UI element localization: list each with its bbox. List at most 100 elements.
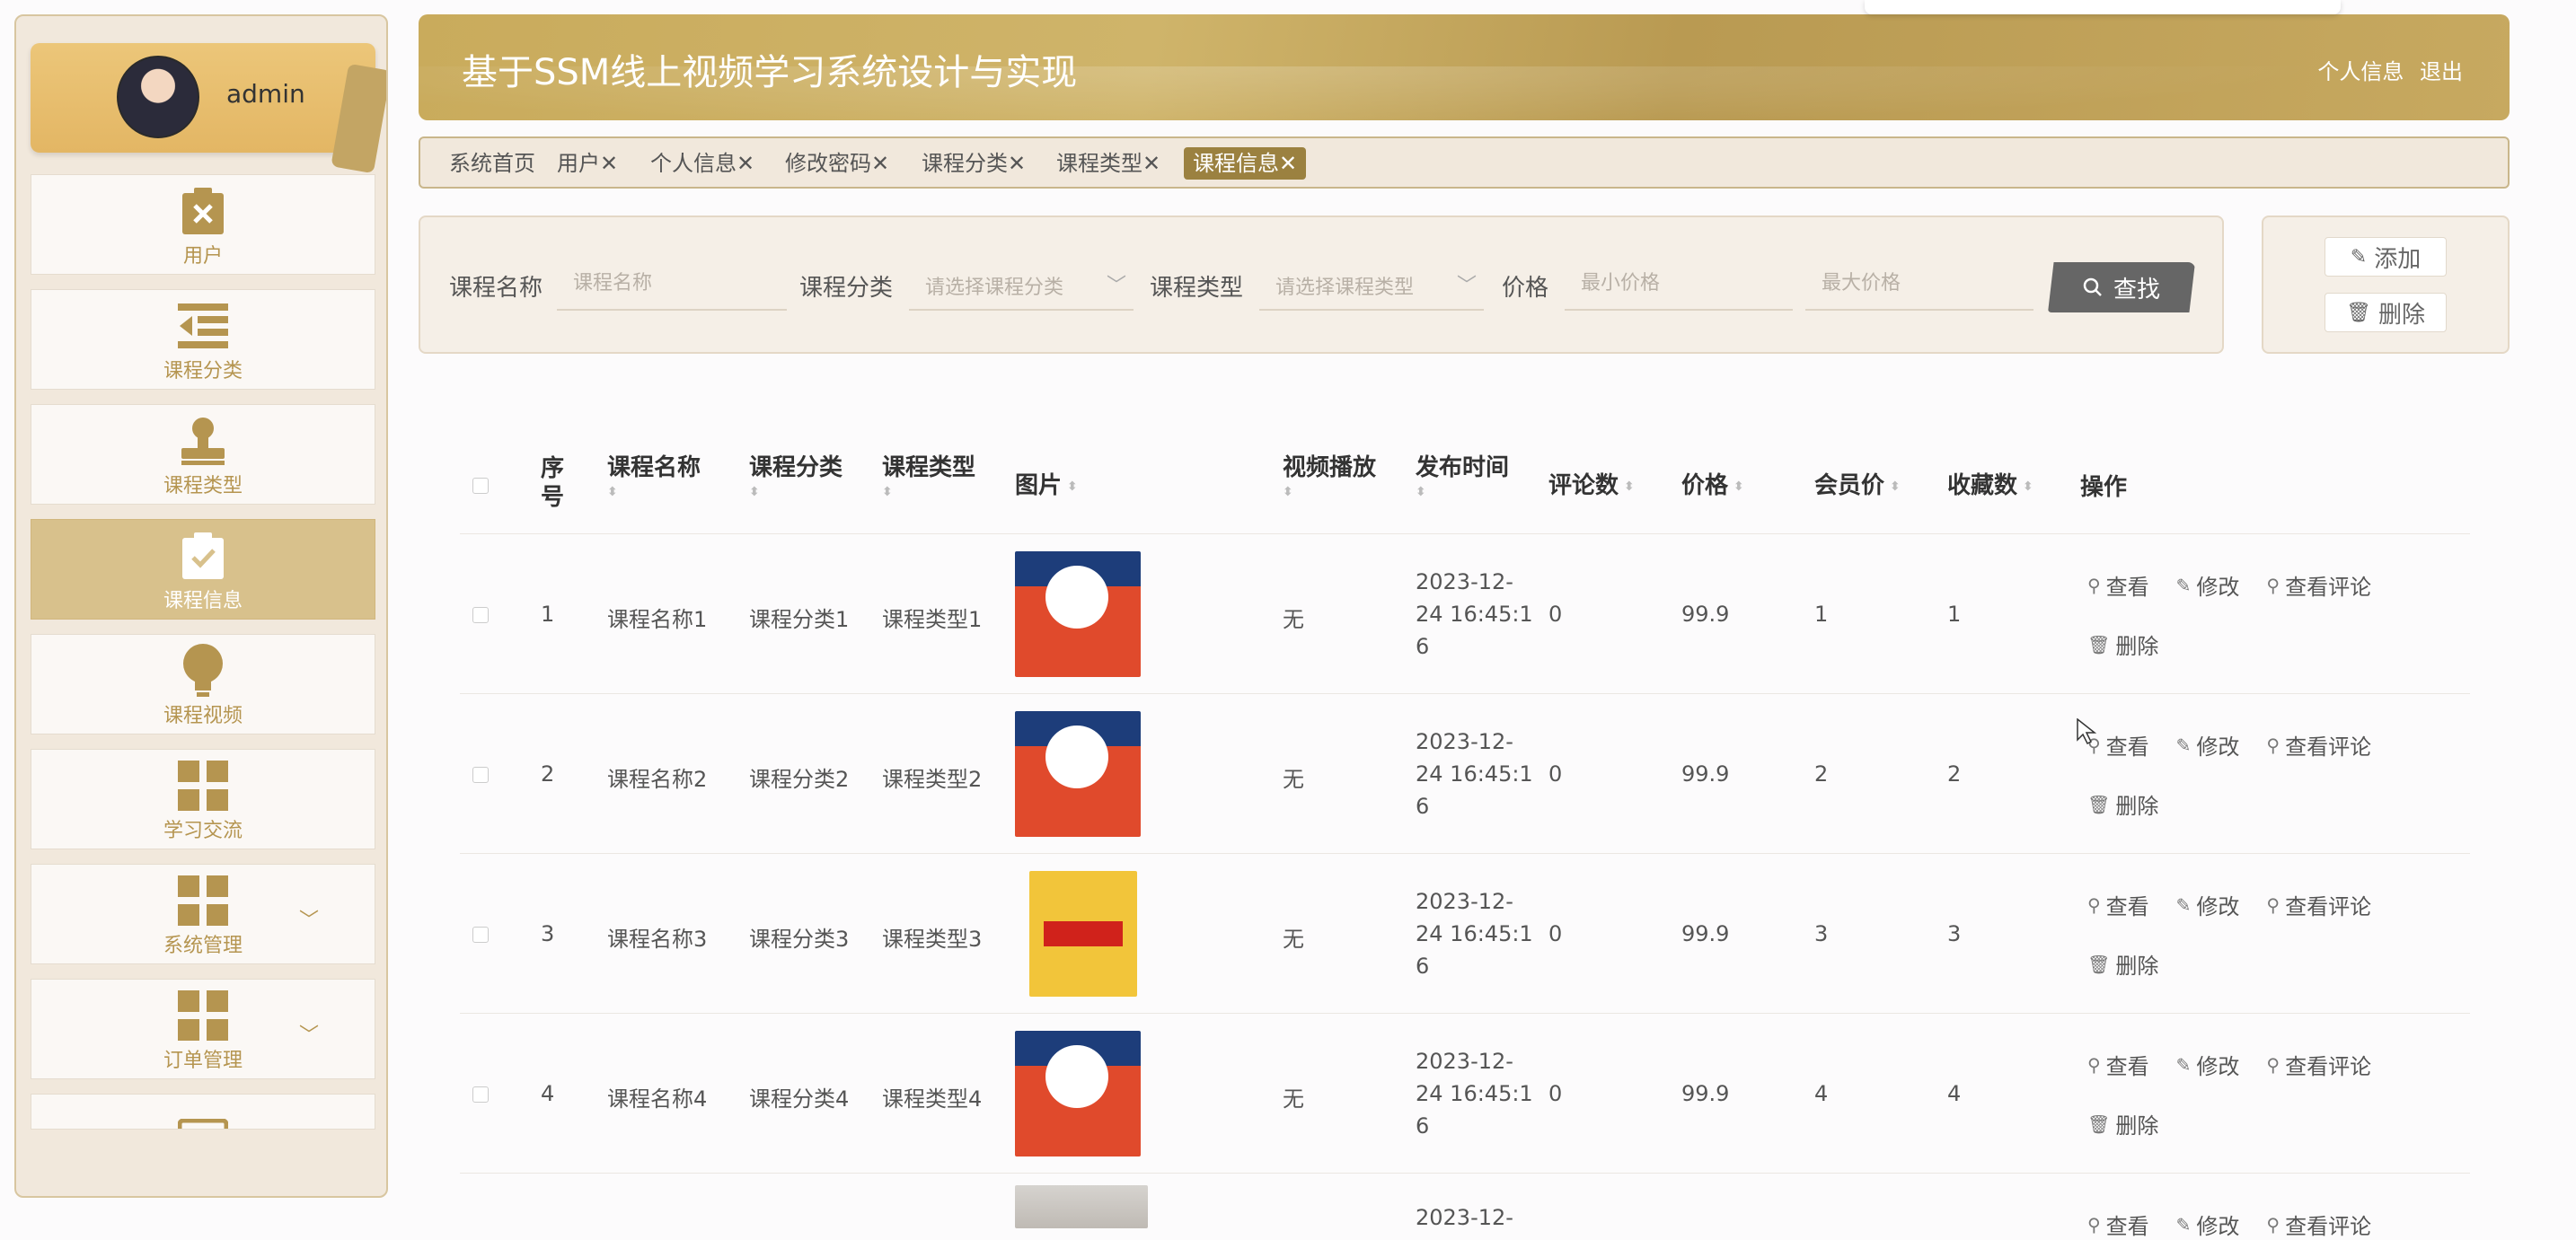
view-button[interactable]: ⚲ 查看	[2087, 569, 2149, 601]
course-image[interactable]	[1015, 551, 1141, 677]
delete-row-button[interactable]: 🗑 删除	[2087, 1108, 2158, 1139]
sort-icon[interactable]: ⬍	[1890, 479, 1901, 494]
sort-icon[interactable]: ⬍	[2023, 479, 2033, 494]
column-header-label: 价格	[1681, 472, 1729, 499]
sidebar-item-learning-exchange[interactable]: 学习交流	[31, 749, 375, 849]
sidebar-item-system-management[interactable]: 系统管理 ﹀	[31, 864, 375, 964]
column-header-favorites[interactable]: 收藏数 ⬍	[1947, 467, 2033, 500]
row-checkbox[interactable]	[472, 927, 489, 943]
edit-button[interactable]: ✎ 修改	[2176, 1209, 2240, 1240]
row-actions: ⚲ 查看 ✎ 修改 ⚲ 查看评论	[2087, 569, 2398, 601]
add-button[interactable]: ✎ 添加	[2325, 237, 2447, 277]
divider	[460, 533, 2470, 534]
edit-button[interactable]: ✎ 修改	[2176, 569, 2240, 601]
course-image[interactable]	[1015, 1185, 1148, 1228]
delete-button[interactable]: 🗑 删除	[2325, 293, 2447, 332]
course-type-select[interactable]: 请选择课程类型 ﹀	[1259, 257, 1484, 311]
cell-price: 99.9	[1681, 602, 1730, 627]
chevron-down-icon[interactable]: ﹀	[299, 1019, 319, 1048]
view-comments-button[interactable]: ⚲ 查看评论	[2266, 1049, 2371, 1080]
sort-icon[interactable]: ⬍	[749, 486, 842, 498]
sidebar-item-partial[interactable]	[31, 1094, 375, 1130]
view-comments-button[interactable]: ⚲ 查看评论	[2266, 889, 2371, 920]
delete-row-button[interactable]: 🗑 删除	[2087, 788, 2158, 820]
sidebar-item-course-info[interactable]: 课程信息	[31, 519, 375, 620]
view-comments-button[interactable]: ⚲ 查看评论	[2266, 569, 2371, 601]
cell-price: 99.9	[1681, 1081, 1730, 1106]
row-checkbox[interactable]	[472, 607, 489, 623]
sidebar-item-users[interactable]: 用户	[31, 174, 375, 275]
cell-name: 课程名称2	[607, 767, 708, 792]
sidebar-item-course-category[interactable]: 课程分类	[31, 289, 375, 390]
row-checkbox[interactable]	[472, 767, 489, 783]
cell-type: 课程类型4	[882, 1086, 983, 1112]
sidebar-item-order-management[interactable]: 订单管理 ﹀	[31, 979, 375, 1079]
column-header-price[interactable]: 价格 ⬍	[1681, 467, 1744, 500]
price-label: 价格	[1502, 275, 1549, 302]
column-header-name[interactable]: 课程名称 ⬍	[607, 449, 701, 498]
cell-time: 2023-12-	[1416, 1205, 1513, 1230]
column-header-comments[interactable]: 评论数 ⬍	[1548, 467, 1635, 500]
sort-icon[interactable]: ⬍	[607, 486, 701, 498]
sort-icon[interactable]: ⬍	[1734, 479, 1744, 494]
divider	[460, 693, 2470, 694]
chevron-down-icon[interactable]: ﹀	[299, 904, 319, 933]
view-button[interactable]: ⚲ 查看	[2087, 889, 2149, 920]
view-button[interactable]: ⚲ 查看	[2087, 1209, 2149, 1240]
tab-home[interactable]: 系统首页	[444, 147, 541, 180]
tab-change-password[interactable]: 修改密码✕	[780, 147, 895, 180]
sort-icon[interactable]: ⬍	[1283, 486, 1376, 498]
view-button[interactable]: ⚲ 查看	[2087, 1049, 2149, 1080]
column-header-time[interactable]: 发布时间 ⬍	[1416, 449, 1509, 498]
column-header-member-price[interactable]: 会员价 ⬍	[1814, 467, 1901, 500]
course-image[interactable]	[1029, 871, 1137, 997]
sort-icon[interactable]: ⬍	[1416, 486, 1509, 498]
tab-course-type[interactable]: 课程类型✕	[1051, 147, 1166, 180]
delete-row-button[interactable]: 🗑 删除	[2087, 948, 2158, 980]
row-checkbox[interactable]	[472, 1086, 489, 1103]
column-header-index[interactable]: 序号	[541, 454, 577, 512]
sort-icon[interactable]: ⬍	[1624, 479, 1635, 494]
edit-button[interactable]: ✎ 修改	[2176, 889, 2240, 920]
course-image[interactable]	[1015, 711, 1141, 837]
tab-course-info[interactable]: 课程信息✕	[1184, 147, 1307, 180]
tab-profile[interactable]: 个人信息✕	[645, 147, 760, 180]
search-button[interactable]: 查找	[2048, 262, 2195, 312]
sort-icon[interactable]: ⬍	[1067, 479, 1078, 494]
column-header-video[interactable]: 视频播放 ⬍	[1283, 449, 1376, 498]
row-actions: 🗑 删除	[2087, 948, 2185, 980]
column-header-image[interactable]: 图片 ⬍	[1015, 467, 1078, 500]
cell-video: 无	[1283, 927, 1304, 952]
tab-users[interactable]: 用户✕	[551, 147, 623, 180]
edit-button[interactable]: ✎ 修改	[2176, 1049, 2240, 1080]
add-button-label: 添加	[2374, 245, 2422, 273]
view-comments-button[interactable]: ⚲ 查看评论	[2266, 729, 2371, 761]
sidebar-item-course-type[interactable]: 课程类型	[31, 404, 375, 505]
min-price-input[interactable]	[1565, 257, 1793, 311]
course-name-input[interactable]	[557, 257, 787, 311]
cell-member-price: 3	[1814, 921, 1829, 946]
cell-index: 2	[541, 761, 555, 787]
cell-type: 课程类型1	[882, 607, 983, 632]
column-header-type[interactable]: 课程类型 ⬍	[882, 449, 975, 498]
sort-icon[interactable]: ⬍	[882, 486, 975, 498]
action-panel: ✎ 添加 🗑 删除	[2262, 215, 2510, 354]
course-image[interactable]	[1015, 1031, 1141, 1156]
tab-course-category[interactable]: 课程分类✕	[916, 147, 1031, 180]
course-category-select[interactable]: 请选择课程分类 ﹀	[909, 257, 1134, 311]
cell-comments: 0	[1548, 1081, 1563, 1106]
edit-button[interactable]: ✎ 修改	[2176, 729, 2240, 761]
sidebar-item-course-video[interactable]: 课程视频	[31, 634, 375, 734]
profile-link[interactable]: 个人信息	[2317, 59, 2404, 84]
logout-link[interactable]: 退出	[2420, 59, 2463, 84]
course-type-label: 课程类型	[1150, 275, 1244, 302]
view-comments-button[interactable]: ⚲ 查看评论	[2266, 1209, 2371, 1240]
column-header-category[interactable]: 课程分类 ⬍	[749, 449, 842, 498]
delete-row-button[interactable]: 🗑 删除	[2087, 629, 2158, 660]
max-price-input[interactable]	[1805, 257, 2033, 311]
search-icon: ⚲	[2266, 574, 2280, 596]
view-button[interactable]: ⚲ 查看	[2087, 729, 2149, 761]
column-header-label: 课程类型	[882, 454, 976, 481]
select-all-checkbox[interactable]	[472, 478, 489, 494]
user-profile-card[interactable]: admin	[31, 43, 386, 174]
